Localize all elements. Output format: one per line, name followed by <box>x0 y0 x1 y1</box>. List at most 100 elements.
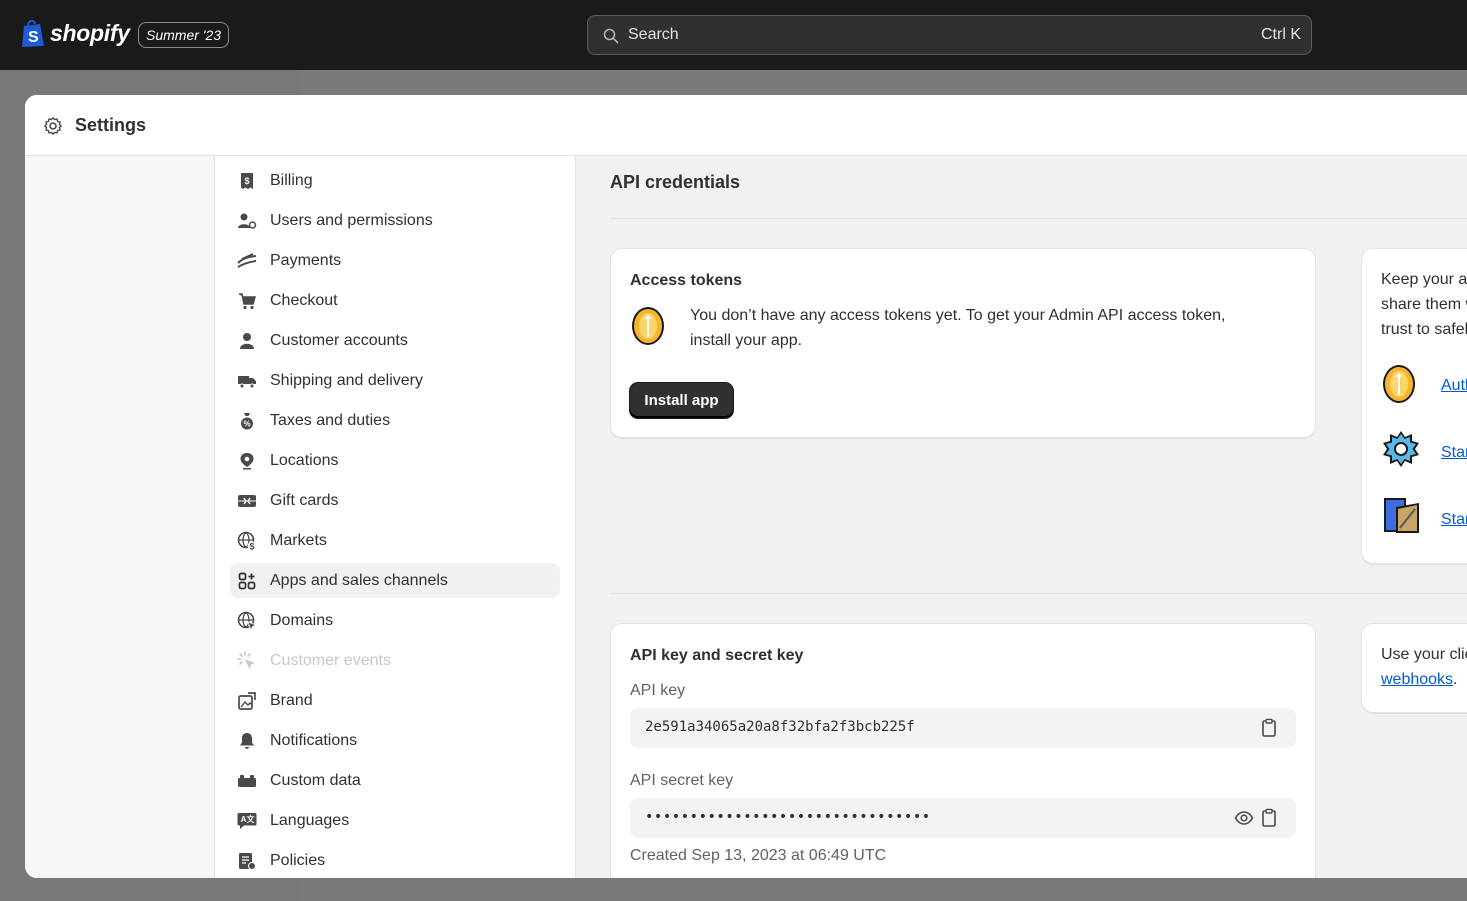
created-timestamp: Created Sep 13, 2023 at 06:49 UTC <box>630 847 887 864</box>
client-line2: webhooks. <box>1381 667 1467 692</box>
access-tokens-message: You don’t have any access tokens yet. To… <box>690 303 1225 353</box>
api-key-value: 2e591a34065a20a8f32bfa2f3bcb225f <box>645 719 915 735</box>
eye-icon[interactable] <box>1234 808 1254 828</box>
gift-card-icon <box>237 491 257 511</box>
sidebar-item-customer-accounts[interactable]: Customer accounts <box>230 323 560 358</box>
top-bar: S shopify Summer '23 Search Ctrl K <box>0 0 1467 70</box>
start-link-2[interactable]: Start u <box>1441 511 1467 529</box>
sidebar-item-gift-cards[interactable]: Gift cards <box>230 483 560 518</box>
sidebar-item-label: Shipping and delivery <box>270 371 423 389</box>
search-shortcut: Ctrl K <box>1261 26 1301 43</box>
sidebar-item-label: Taxes and duties <box>270 411 391 429</box>
cursor-click-icon <box>237 650 257 671</box>
coin-icon <box>632 307 664 345</box>
sidebar-item-policies[interactable]: Policies <box>230 843 560 878</box>
page-title: Settings <box>75 115 147 135</box>
client-credentials-card: Use your client webhooks. <box>1361 623 1467 713</box>
svg-text:S: S <box>28 29 39 46</box>
search-bar[interactable]: Search Ctrl K <box>587 15 1312 55</box>
location-pin-icon <box>237 451 257 471</box>
settings-nav: $ Billing Users and permissions Payments… <box>215 156 576 878</box>
globe-dollar-icon: $ <box>237 531 257 551</box>
sidebar-item-markets[interactable]: $ Markets <box>230 523 560 558</box>
cart-icon <box>237 291 257 311</box>
policy-icon <box>237 851 257 871</box>
svg-text:$: $ <box>244 176 249 186</box>
access-tokens-title: Access tokens <box>630 272 743 289</box>
sidebar-item-label: Apps and sales channels <box>270 571 448 589</box>
client-line: Use your client <box>1381 646 1467 663</box>
start-link-1[interactable]: Start u <box>1441 444 1467 462</box>
shopify-bag-icon: S <box>22 19 44 47</box>
sidebar-item-domains[interactable]: Domains <box>230 603 560 638</box>
sidebar-item-custom-data[interactable]: Custom data <box>230 763 560 798</box>
clipboard-icon[interactable] <box>1259 808 1279 828</box>
payments-icon <box>237 251 257 271</box>
tips-text: Keep your acc share them wit trust to sa… <box>1381 267 1467 342</box>
sidebar-item-taxes[interactable]: % Taxes and duties <box>230 403 560 438</box>
sidebar-item-checkout[interactable]: Checkout <box>230 283 560 318</box>
sidebar-item-languages[interactable]: A文 Languages <box>230 803 560 838</box>
notebook-sprite-icon <box>1384 498 1419 533</box>
api-key-field[interactable]: 2e591a34065a20a8f32bfa2f3bcb225f <box>630 708 1296 748</box>
brand-icon <box>237 691 257 711</box>
install-app-button[interactable]: Install app <box>630 383 733 418</box>
authentication-link[interactable]: Auther <box>1441 377 1467 395</box>
gear-sprite-icon <box>1383 431 1419 467</box>
tax-bag-icon: % <box>237 411 257 431</box>
sidebar-item-brand[interactable]: Brand <box>230 683 560 718</box>
punctuation: . <box>1453 671 1458 688</box>
clipboard-icon[interactable] <box>1259 718 1279 738</box>
search-icon <box>603 28 619 44</box>
credentials-tips-card: Keep your acc share them wit trust to sa… <box>1361 248 1467 564</box>
message-line: You don’t have any access tokens yet. To… <box>690 307 1226 324</box>
truck-icon <box>237 371 257 391</box>
sidebar-item-payments[interactable]: Payments <box>230 243 560 278</box>
sidebar-item-apps[interactable]: Apps and sales channels <box>230 563 560 598</box>
settings-header: Settings <box>25 95 1467 156</box>
sidebar-item-label: Customer events <box>270 651 391 669</box>
section-title: API credentials <box>610 172 741 192</box>
divider <box>610 593 1467 594</box>
sidebar-item-label: Markets <box>270 531 327 549</box>
sidebar-item-shipping[interactable]: Shipping and delivery <box>230 363 560 398</box>
webhooks-link[interactable]: webhooks <box>1381 671 1453 688</box>
secret-key-label: API secret key <box>630 772 734 789</box>
secret-key-field[interactable]: •••••••••••••••••••••••••••••••• <box>630 798 1296 838</box>
globe-cursor-icon <box>237 611 257 631</box>
tips-line: share them wit <box>1381 296 1467 313</box>
edition-badge[interactable]: Summer '23 <box>138 22 230 48</box>
sidebar-item-locations[interactable]: Locations <box>230 443 560 478</box>
sidebar-item-notifications[interactable]: Notifications <box>230 723 560 758</box>
sidebar-item-label: Policies <box>270 851 326 869</box>
gear-icon <box>44 117 62 135</box>
settings-modal: Settings $ Billing Users and permissions… <box>25 95 1467 878</box>
sidebar-item-label: Languages <box>270 811 350 829</box>
sidebar-item-label: Custom data <box>270 771 361 789</box>
sidebar-item-label: Checkout <box>270 291 338 309</box>
sidebar-item-label: Brand <box>270 691 313 709</box>
tips-line: trust to safely <box>1381 321 1467 338</box>
sidebar-item-users[interactable]: Users and permissions <box>230 203 560 238</box>
logo-wordmark: shopify <box>50 19 130 46</box>
secret-key-value: •••••••••••••••••••••••••••••••• <box>645 809 931 825</box>
search-placeholder: Search <box>628 26 679 43</box>
api-keys-card: API key and secret key API key 2e591a340… <box>610 623 1316 878</box>
shopify-logo[interactable]: S shopify <box>20 18 130 48</box>
users-icon <box>237 211 257 231</box>
sidebar-item-label: Locations <box>270 451 339 469</box>
sidebar-item-label: Notifications <box>270 731 358 749</box>
coin-icon <box>1383 365 1415 403</box>
sidebar-item-label: Billing <box>270 171 313 189</box>
sidebar-item-label: Domains <box>270 611 334 629</box>
divider <box>610 218 1467 219</box>
sidebar-spacer <box>25 156 215 878</box>
person-icon <box>237 331 257 351</box>
sidebar-item-customer-events[interactable]: Customer events <box>230 643 560 678</box>
language-icon: A文 <box>237 811 257 831</box>
sidebar-item-label: Users and permissions <box>270 211 433 229</box>
custom-data-icon <box>237 771 257 791</box>
svg-text:文: 文 <box>247 814 256 824</box>
sidebar-item-label: Payments <box>270 251 342 269</box>
sidebar-item-billing[interactable]: $ Billing <box>230 163 560 198</box>
